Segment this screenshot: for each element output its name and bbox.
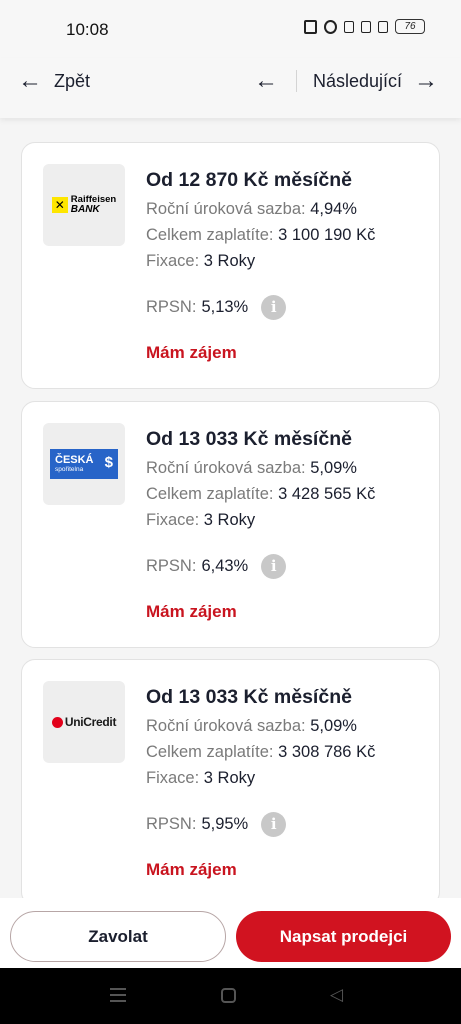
nav-divider	[296, 70, 297, 92]
signal-4g-icon	[378, 20, 388, 33]
interest-button[interactable]: Mám zájem	[146, 343, 237, 363]
offer-card-unicredit: UniCredit Od 13 033 Kč měsíčně Roční úro…	[21, 659, 440, 906]
nfc-icon	[304, 19, 317, 34]
total-label: Celkem zaplatíte:	[146, 226, 274, 244]
rpsn-label: RPSN:	[146, 814, 197, 833]
fixation-row: Fixace: 3 Roky	[146, 248, 429, 274]
unicredit-logo: UniCredit	[51, 715, 117, 729]
monthly-payment: Od 13 033 Kč měsíčně	[146, 428, 352, 450]
back-button[interactable]: ← Zpět	[18, 66, 90, 96]
offer-details: Od 13 033 Kč měsíčně Roční úroková sazba…	[146, 683, 429, 837]
back-triangle-icon[interactable]: ◁	[330, 985, 343, 1005]
total-label: Celkem zaplatíte:	[146, 485, 274, 503]
interest-rate-value: 5,09%	[310, 717, 357, 735]
monthly-payment: Od 12 870 Kč měsíčně	[146, 169, 352, 191]
info-icon[interactable]: i	[261, 294, 287, 320]
arrow-left-icon: ←	[254, 67, 278, 94]
offer-details: Od 12 870 Kč měsíčně Roční úroková sazba…	[146, 166, 429, 320]
battery-icon: 76	[395, 19, 425, 34]
arrow-right-icon: →	[414, 67, 439, 94]
status-icons: 76	[304, 19, 425, 34]
total-value: 3 428 565 Kč	[278, 485, 376, 503]
arrow-left-icon: ←	[18, 67, 42, 94]
fixation-label: Fixace:	[146, 769, 200, 787]
total-row: Celkem zaplatíte: 3 100 190 Kč	[146, 222, 429, 248]
bottom-action-bar: Zavolat Napsat prodejci	[0, 898, 461, 968]
recent-apps-icon[interactable]	[110, 988, 126, 1002]
raiffeisen-mark-icon: ✕	[51, 197, 68, 213]
monthly-payment: Od 13 033 Kč měsíčně	[146, 686, 352, 708]
ceska-sporitelna-logo: ČESKÁ spořitelna $	[50, 449, 118, 479]
unicredit-mark-icon	[51, 716, 63, 728]
interest-rate-label: Roční úroková sazba:	[146, 200, 306, 218]
logo-line2: BANK	[70, 204, 100, 215]
interest-rate-label: Roční úroková sazba:	[146, 717, 306, 735]
previous-button[interactable]: ←	[254, 66, 278, 96]
bank-logo-raiffeisen: ✕ Raiffeisen BANK	[43, 164, 125, 246]
info-icon[interactable]: i	[261, 553, 287, 579]
rpsn-label: RPSN:	[146, 297, 197, 316]
info-icon[interactable]: i	[261, 811, 287, 837]
total-label: Celkem zaplatíte:	[146, 743, 274, 761]
fixation-label: Fixace:	[146, 252, 200, 270]
interest-rate-label: Roční úroková sazba:	[146, 459, 306, 477]
home-icon[interactable]	[221, 988, 236, 1003]
volte-icon	[361, 20, 371, 33]
fixation-value: 3 Roky	[203, 511, 256, 529]
logo-line1: UniCredit	[64, 715, 117, 729]
total-row: Celkem zaplatíte: 3 308 786 Kč	[146, 739, 429, 765]
interest-rate-row: Roční úroková sazba: 5,09%	[146, 455, 429, 481]
total-value: 3 100 190 Kč	[278, 226, 376, 244]
next-button[interactable]: Následující →	[313, 66, 438, 96]
top-navigation: ← Zpět ← Následující →	[0, 58, 461, 118]
rpsn-label: RPSN:	[146, 556, 197, 575]
fixation-value: 3 Roky	[203, 769, 256, 787]
offer-details: Od 13 033 Kč měsíčně Roční úroková sazba…	[146, 425, 429, 579]
status-time: 10:08	[66, 20, 109, 39]
fixation-label: Fixace:	[146, 511, 200, 529]
total-row: Celkem zaplatíte: 3 428 565 Kč	[146, 481, 429, 507]
interest-button[interactable]: Mám zájem	[146, 860, 237, 880]
rpsn-row: RPSN: 6,43% i	[146, 553, 429, 579]
bank-logo-unicredit: UniCredit	[43, 681, 125, 763]
system-navigation-bar: ◁	[0, 968, 461, 1024]
interest-rate-value: 5,09%	[310, 459, 357, 477]
rpsn-row: RPSN: 5,13% i	[146, 294, 429, 320]
rpsn-value: 6,43%	[201, 556, 249, 575]
interest-rate-value: 4,94%	[310, 200, 357, 218]
total-value: 3 308 786 Kč	[278, 743, 376, 761]
raiffeisen-logo: ✕ Raiffeisen BANK	[51, 195, 116, 215]
offer-card-raiffeisen: ✕ Raiffeisen BANK Od 12 870 Kč měsíčně R…	[21, 142, 440, 389]
alarm-icon	[324, 19, 337, 34]
next-label: Následující	[313, 70, 403, 91]
offer-card-ceska-sporitelna: ČESKÁ spořitelna $ Od 13 033 Kč měsíčně …	[21, 401, 440, 648]
rpsn-row: RPSN: 5,95% i	[146, 811, 429, 837]
write-seller-button[interactable]: Napsat prodejci	[236, 911, 451, 962]
interest-rate-row: Roční úroková sazba: 4,94%	[146, 196, 429, 222]
interest-button[interactable]: Mám zájem	[146, 602, 237, 622]
fixation-row: Fixace: 3 Roky	[146, 507, 429, 533]
interest-rate-row: Roční úroková sazba: 5,09%	[146, 713, 429, 739]
bluetooth-icon	[344, 20, 354, 33]
bank-logo-ceska-sporitelna: ČESKÁ spořitelna $	[43, 423, 125, 505]
status-bar: 10:08 76	[0, 0, 461, 58]
back-label: Zpět	[54, 70, 91, 91]
rpsn-value: 5,95%	[201, 814, 249, 833]
rpsn-value: 5,13%	[201, 297, 249, 316]
ceska-sporitelna-mark-icon: $	[104, 454, 113, 471]
fixation-value: 3 Roky	[203, 252, 256, 270]
fixation-row: Fixace: 3 Roky	[146, 765, 429, 791]
call-button[interactable]: Zavolat	[10, 911, 226, 962]
